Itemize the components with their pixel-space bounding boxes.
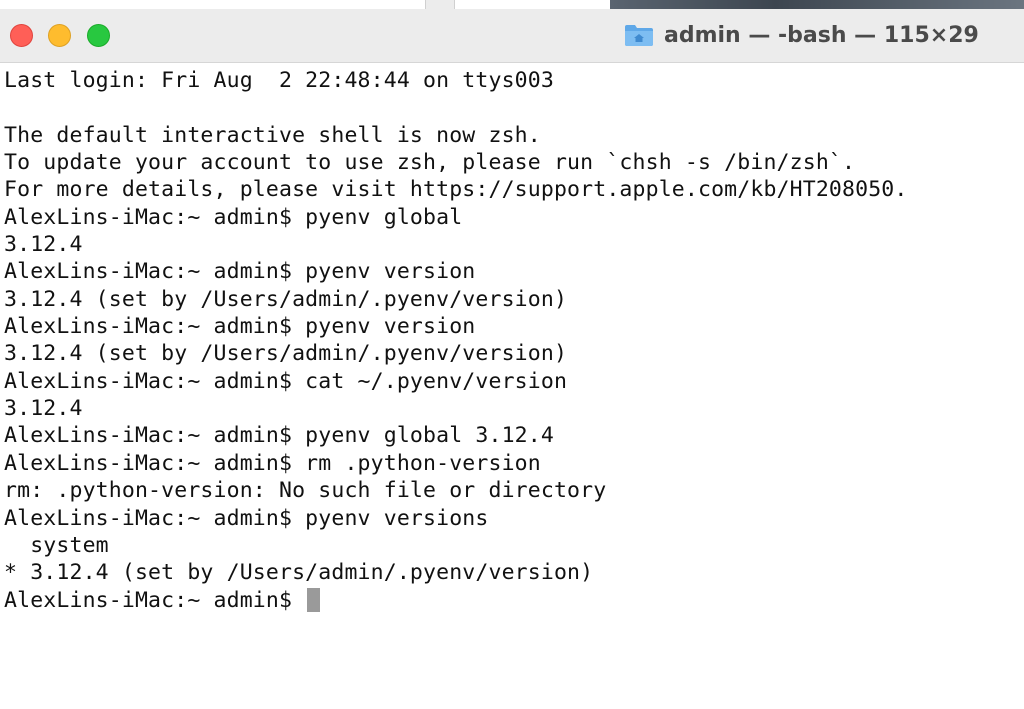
minimize-button[interactable] xyxy=(48,24,71,47)
terminal-line: For more details, please visit https://s… xyxy=(4,177,908,203)
terminal-line: Last login: Fri Aug 2 22:48:44 on ttys00… xyxy=(4,68,554,93)
home-folder-icon xyxy=(624,23,654,47)
terminal-window: admin — -bash — 115×29 Last login: Fri A… xyxy=(0,9,1024,709)
terminal-line: AlexLins-iMac:~ admin$ pyenv global xyxy=(4,204,463,230)
window-title-group: admin — -bash — 115×29 xyxy=(624,19,979,51)
shell-prompt: AlexLins-iMac:~ admin$ xyxy=(4,587,306,613)
terminal-line: 3.12.4 xyxy=(4,396,83,422)
terminal-line: AlexLins-iMac:~ admin$ pyenv versions xyxy=(4,505,489,531)
terminal-line: 3.12.4 (set by /Users/admin/.pyenv/versi… xyxy=(4,341,568,367)
terminal-line: AlexLins-iMac:~ admin$ pyenv version xyxy=(4,314,476,340)
terminal-line: system xyxy=(4,532,109,558)
title-bar[interactable]: admin — -bash — 115×29 xyxy=(0,9,1024,63)
terminal-line: 3.12.4 xyxy=(4,232,83,258)
terminal-line: AlexLins-iMac:~ admin$ rm .python-versio… xyxy=(4,450,541,476)
desktop-wallpaper xyxy=(610,0,1024,9)
terminal-line: rm: .python-version: No such file or dir… xyxy=(4,478,607,504)
text-cursor xyxy=(307,587,321,612)
desktop-background xyxy=(0,0,1024,9)
terminal-prompt-line[interactable]: AlexLins-iMac:~ admin$ xyxy=(4,587,1020,614)
terminal-line: AlexLins-iMac:~ admin$ pyenv global 3.12… xyxy=(4,423,554,449)
terminal-line: AlexLins-iMac:~ admin$ cat ~/.pyenv/vers… xyxy=(4,368,568,394)
background-window-edge xyxy=(425,0,455,9)
window-title: admin — -bash — 115×29 xyxy=(664,22,979,48)
terminal-line: The default interactive shell is now zsh… xyxy=(4,122,541,148)
terminal-content[interactable]: Last login: Fri Aug 2 22:48:44 on ttys00… xyxy=(4,67,1020,697)
zoom-button[interactable] xyxy=(87,24,110,47)
close-button[interactable] xyxy=(10,24,33,47)
terminal-line: 3.12.4 (set by /Users/admin/.pyenv/versi… xyxy=(4,286,568,312)
terminal-line: AlexLins-iMac:~ admin$ pyenv version xyxy=(4,259,476,285)
terminal-line: To update your account to use zsh, pleas… xyxy=(4,150,856,176)
terminal-line: * 3.12.4 (set by /Users/admin/.pyenv/ver… xyxy=(4,560,594,586)
